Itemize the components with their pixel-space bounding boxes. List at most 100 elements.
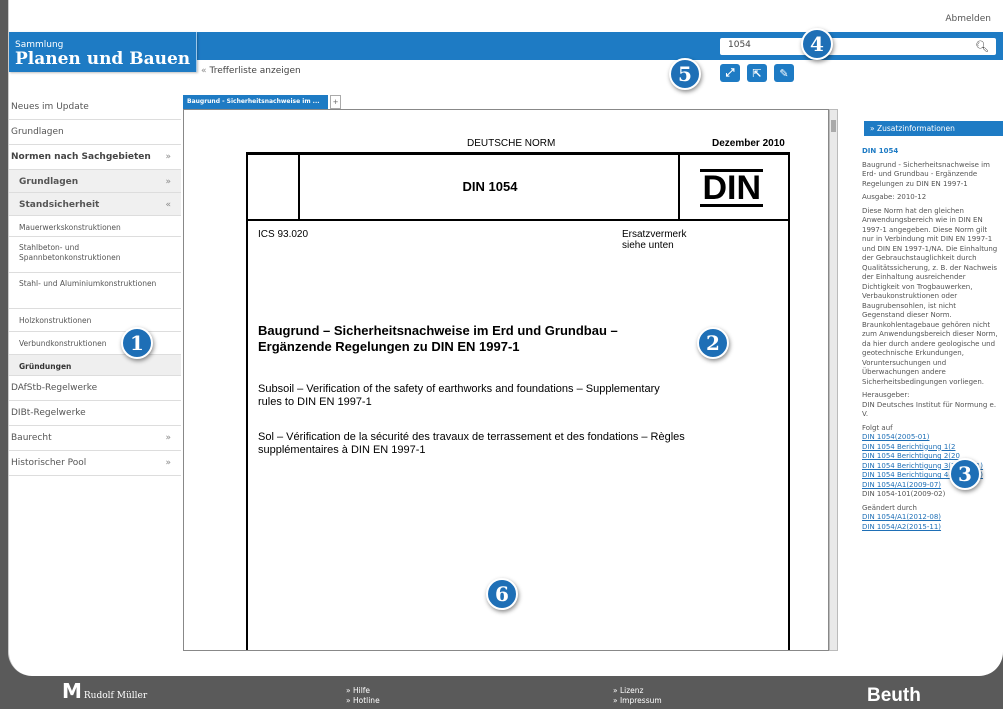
sidebar-item-grundlagen[interactable]: Grundlagen <box>9 120 181 145</box>
sidebar-item-label: Verbundkonstruktionen <box>19 339 107 348</box>
sidebar-item-dafstb[interactable]: DAfStb-Regelwerke <box>9 376 181 401</box>
sidebar-item-dibt[interactable]: DIBt-Regelwerke <box>9 401 181 426</box>
sidebar-item-stahl[interactable]: Stahl- und Aluminiumkonstruktionen <box>9 273 181 309</box>
tab-document[interactable]: Baugrund - Sicherheitsnachweise im ... <box>183 95 328 109</box>
expand-icon[interactable]: ⤢ <box>720 64 740 82</box>
info-text: Diese Norm hat den gleichen Anwendungsbe… <box>862 206 998 386</box>
folgt-link[interactable]: DIN 1054 Berichtigung 2(20 <box>862 452 998 462</box>
sidebar-item-label: Grundlagen <box>11 127 64 137</box>
document-frame: DIN 1054 DIN ICS 93.020 Ersatzvermerk si… <box>246 152 790 650</box>
rm-logo-name: Rudolf Müller <box>83 691 148 701</box>
scrollbar-thumb[interactable] <box>831 120 836 132</box>
geaendert-link[interactable]: DIN 1054/A2(2015-11) <box>862 523 998 533</box>
search-input[interactable]: 1054 🔍︎ <box>720 38 996 55</box>
sidebar-item-normen[interactable]: Normen nach Sachgebieten » <box>9 145 181 170</box>
sidebar-item-label: Standsicherheit <box>19 200 100 210</box>
title-row: DIN 1054 DIN <box>248 155 788 221</box>
folgt-plain: DIN 1054-101(2009-02) <box>862 490 946 498</box>
beuth-logo[interactable]: Beuth <box>867 685 921 707</box>
app-frame: Abmelden Sammlung Planen und Bauen 1054 … <box>8 0 1003 676</box>
sidebar-item-label: Neues im Update <box>11 102 89 112</box>
sidebar: Neues im Update Grundlagen Normen nach S… <box>9 95 181 476</box>
norm-date: Dezember 2010 <box>712 138 785 149</box>
info-herausgeber: DIN Deutsches Institut für Normung e. V. <box>862 400 997 419</box>
license-link[interactable]: » Lizenz <box>613 686 662 696</box>
top-strip: Abmelden <box>9 0 1003 36</box>
sidebar-item-label: DAfStb-Regelwerke <box>11 383 98 393</box>
hotline-link[interactable]: » Hotline <box>346 696 380 706</box>
sidebar-item-label: Stahlbeton- und Spannbetonkonstruktionen <box>19 243 121 262</box>
external-link-icon[interactable]: ⇱ <box>747 64 767 82</box>
norm-label: DEUTSCHE NORM <box>467 138 556 149</box>
brand-title: Planen und Bauen <box>15 49 191 69</box>
back-to-results-link[interactable]: «Trefferliste anzeigen <box>201 66 301 76</box>
sidebar-item-neues[interactable]: Neues im Update <box>9 95 181 120</box>
footer-links-right: » Lizenz » Impressum <box>613 686 662 706</box>
info-heading: Zusatzinformationen <box>876 124 955 133</box>
title-french: Sol – Vérification de la sécurité des tr… <box>258 431 685 456</box>
ics-code: ICS 93.020 <box>258 229 309 240</box>
sidebar-item-label: Historischer Pool <box>11 458 87 468</box>
brand-logo[interactable]: Sammlung Planen und Bauen <box>9 32 197 72</box>
empty-cell <box>248 155 300 219</box>
chevron-right-icon: » <box>165 177 171 187</box>
document-viewer[interactable]: DEUTSCHE NORM Dezember 2010 DIN 1054 DIN… <box>183 109 829 651</box>
title-german: Baugrund – Sicherheitsnachweise im Erd u… <box>258 323 618 354</box>
info-panel: » Zusatzinformationen DIN 1054 Baugrund … <box>848 109 1003 651</box>
footer-links-left: » Hilfe » Hotline <box>346 686 380 706</box>
folgt-link[interactable]: DIN 1054(2005-01) <box>862 433 998 443</box>
sidebar-item-historisch[interactable]: Historischer Pool » <box>9 451 181 476</box>
toolbar: ⤢ ⇱ ✎ <box>720 64 794 82</box>
sidebar-item-label: DIBt-Regelwerke <box>11 408 86 418</box>
chevron-left-icon: « <box>201 66 207 76</box>
chevron-right-icon: » <box>165 433 171 443</box>
sidebar-item-label: Normen nach Sachgebieten <box>11 152 151 162</box>
info-din: DIN 1054 <box>862 147 899 155</box>
rm-logo-icon: M <box>62 679 82 703</box>
document-scrollbar[interactable] <box>829 109 838 651</box>
sidebar-item-label: Holzkonstruktionen <box>19 316 92 325</box>
sidebar-item-holz[interactable]: Holzkonstruktionen <box>9 309 181 332</box>
callout-badge: 6 <box>486 578 518 610</box>
callout-badge: 4 <box>801 28 833 60</box>
sidebar-item-label: Baurecht <box>11 433 52 443</box>
info-herausgeber-label: Herausgeber: <box>862 391 910 399</box>
sidebar-item-stahlbeton[interactable]: Stahlbeton- und Spannbetonkonstruktionen <box>9 237 181 273</box>
help-link[interactable]: » Hilfe <box>346 686 380 696</box>
chevron-right-icon: » <box>165 458 171 468</box>
footer <box>0 676 1003 709</box>
chevron-down-icon: « <box>165 200 171 210</box>
callout-badge: 1 <box>121 327 153 359</box>
info-folgt-label: Folgt auf <box>862 423 893 432</box>
din-logo-cell: DIN <box>678 155 788 219</box>
info-ausgabe: Ausgabe: 2010-12 <box>862 193 927 201</box>
edit-icon[interactable]: ✎ <box>774 64 794 82</box>
callout-badge: 2 <box>697 327 729 359</box>
sidebar-item-label: Mauerwerkskonstruktionen <box>19 223 121 232</box>
search-icon[interactable]: 🔍︎ <box>975 40 989 53</box>
sidebar-item-baurecht[interactable]: Baurecht » <box>9 426 181 451</box>
callout-badge: 5 <box>669 58 701 90</box>
rudolf-mueller-logo[interactable]: M Rudolf Müller <box>62 679 147 703</box>
sidebar-item-label: Grundlagen <box>19 177 79 187</box>
sidebar-item-mauerwerk[interactable]: Mauerwerkskonstruktionen <box>9 216 181 237</box>
folgt-link[interactable]: DIN 1054 Berichtigung 1(2 <box>862 443 998 453</box>
sidebar-item-verbund[interactable]: Verbundkonstruktionen <box>9 332 181 355</box>
info-geaendert-label: Geändert durch <box>862 503 917 512</box>
logout-link[interactable]: Abmelden <box>945 14 991 24</box>
info-panel-header[interactable]: » Zusatzinformationen <box>864 121 1003 136</box>
info-desc: Baugrund - Sicherheitsnachweise im Erd- … <box>862 160 990 188</box>
search-value: 1054 <box>728 40 751 50</box>
back-label: Trefferliste anzeigen <box>209 66 301 76</box>
title-english: Subsoil – Verification of the safety of … <box>258 383 660 408</box>
sidebar-item-standsicherheit[interactable]: Standsicherheit « <box>9 193 181 216</box>
callout-badge: 3 <box>949 458 981 490</box>
din-number: DIN 1054 <box>462 179 518 194</box>
geaendert-link[interactable]: DIN 1054/A1(2012-08) <box>862 513 998 523</box>
sidebar-item-grundlagen-sub[interactable]: Grundlagen » <box>9 170 181 193</box>
ersatz-note: Ersatzvermerk siehe unten <box>622 229 687 251</box>
din-logo: DIN <box>700 169 763 207</box>
sidebar-item-gruendungen[interactable]: Gründungen <box>9 355 181 376</box>
imprint-link[interactable]: » Impressum <box>613 696 662 706</box>
add-tab-button[interactable]: + <box>330 95 341 109</box>
